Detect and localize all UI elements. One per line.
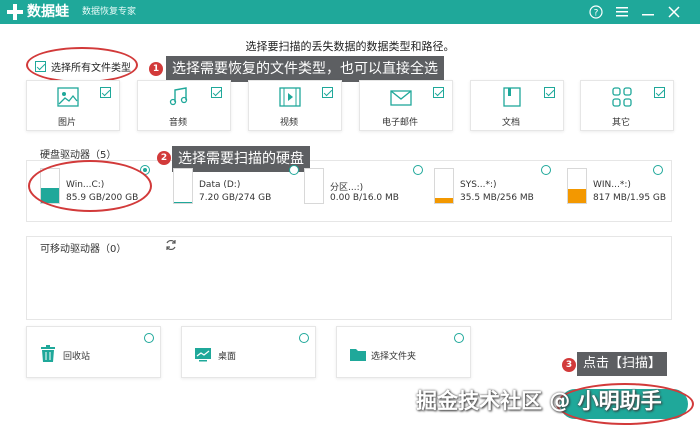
file-type-label: 其它 xyxy=(611,118,630,128)
location-radio[interactable] xyxy=(299,333,309,343)
drive-usage-fill xyxy=(568,188,586,203)
callout-number-2: 2 xyxy=(157,151,171,165)
title-bar: 数据蛙 数据恢复专家 ? xyxy=(0,0,700,24)
callout-box-3: 点击【扫描】 xyxy=(577,352,668,376)
file-type-email-checkbox[interactable] xyxy=(433,87,444,98)
file-type-label: 文档 xyxy=(501,118,520,128)
file-type-other-checkbox[interactable] xyxy=(654,87,665,98)
location-radio[interactable] xyxy=(144,333,154,343)
video-icon xyxy=(279,87,301,107)
drive-usage-fill xyxy=(435,198,453,203)
menu-icon[interactable] xyxy=(612,2,632,22)
drive-name: Data (D:) xyxy=(199,180,241,190)
callout-number-1: 1 xyxy=(149,62,163,76)
drive-usage-bar xyxy=(304,168,324,204)
drive-radio-win[interactable] xyxy=(653,165,663,175)
drive-usage-bar xyxy=(173,168,193,204)
location-label: 桌面 xyxy=(218,352,237,362)
drive-item[interactable]: WIN...*:) 817 MB/1.95 GB xyxy=(567,168,677,212)
svg-text:?: ? xyxy=(594,9,599,19)
refresh-icon[interactable] xyxy=(165,239,177,251)
close-icon[interactable] xyxy=(664,2,684,22)
file-type-document[interactable]: 文档 xyxy=(470,80,564,131)
drive-radio-sys[interactable] xyxy=(541,165,551,175)
email-icon xyxy=(390,90,412,106)
hard-drives-label: 硬盘驱动器（5） xyxy=(40,150,117,161)
document-icon xyxy=(503,87,521,107)
drive-name: 分区...:) xyxy=(330,183,364,193)
file-type-label: 音频 xyxy=(168,118,187,128)
annotation-ring-drive xyxy=(28,160,152,212)
trash-icon xyxy=(41,345,55,362)
callout-number-3: 3 xyxy=(562,358,576,372)
apps-icon xyxy=(612,87,632,107)
file-type-image-checkbox[interactable] xyxy=(100,87,111,98)
watermark: 掘金技术社区 @ 小明助手 xyxy=(416,389,662,413)
location-recycle-bin[interactable]: 回收站 xyxy=(26,326,161,378)
drive-name: SYS...*:) xyxy=(460,180,497,190)
file-type-label: 图片 xyxy=(57,118,76,128)
minimize-icon[interactable] xyxy=(638,2,658,22)
location-label: 回收站 xyxy=(63,352,91,362)
music-icon xyxy=(169,87,188,106)
location-radio[interactable] xyxy=(454,333,464,343)
app-name: 数据蛙 xyxy=(27,4,69,20)
folder-icon xyxy=(350,349,366,361)
app-subtitle: 数据恢复专家 xyxy=(82,7,137,17)
location-label: 选择文件夹 xyxy=(371,352,417,362)
drive-name: WIN...*:) xyxy=(593,180,631,190)
location-folder[interactable]: 选择文件夹 xyxy=(336,326,471,378)
drive-size: 7.20 GB/274 GB xyxy=(199,193,272,203)
callout-box-1: 选择需要恢复的文件类型，也可以直接全选 xyxy=(166,56,444,82)
drive-size: 0.00 B/16.0 MB xyxy=(330,193,399,203)
drive-usage-bar xyxy=(434,168,454,204)
drive-item[interactable]: Data (D:) 7.20 GB/274 GB xyxy=(173,168,293,212)
file-type-video-checkbox[interactable] xyxy=(322,87,333,98)
file-type-label: 视频 xyxy=(279,118,298,128)
image-icon xyxy=(57,87,79,107)
removable-drives-label: 可移动驱动器（0） xyxy=(40,244,127,255)
desktop-icon xyxy=(195,348,211,362)
annotation-ring-select-all xyxy=(26,47,138,83)
drive-radio-partition[interactable] xyxy=(413,165,423,175)
app-logo-icon xyxy=(7,4,23,20)
drive-radio-d[interactable] xyxy=(289,165,299,175)
drive-item[interactable]: SYS...*:) 35.5 MB/256 MB xyxy=(434,168,554,212)
drive-size: 35.5 MB/256 MB xyxy=(460,193,534,203)
help-icon[interactable]: ? xyxy=(586,2,606,22)
file-type-audio[interactable]: 音频 xyxy=(137,80,231,131)
file-type-image[interactable]: 图片 xyxy=(26,80,120,131)
file-type-video[interactable]: 视频 xyxy=(248,80,342,131)
drive-item[interactable]: 分区...:) 0.00 B/16.0 MB xyxy=(304,168,424,212)
file-type-email[interactable]: 电子邮件 xyxy=(359,80,453,131)
location-desktop[interactable]: 桌面 xyxy=(181,326,316,378)
file-type-audio-checkbox[interactable] xyxy=(211,87,222,98)
file-type-document-checkbox[interactable] xyxy=(544,87,555,98)
drive-usage-bar xyxy=(567,168,587,204)
drive-size: 817 MB/1.95 GB xyxy=(593,193,667,203)
drive-usage-fill xyxy=(174,201,192,203)
file-type-other[interactable]: 其它 xyxy=(580,80,674,131)
file-type-label: 电子邮件 xyxy=(381,118,418,128)
